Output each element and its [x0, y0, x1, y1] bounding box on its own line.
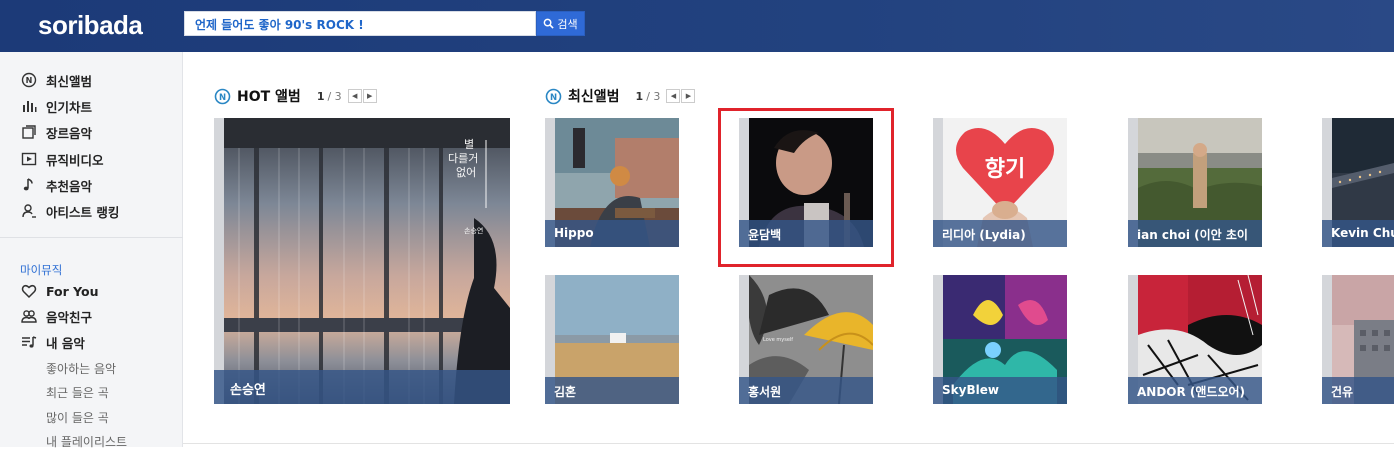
album-artist: 손승연: [214, 370, 510, 404]
sidebar-item-music-friends[interactable]: 음악친구: [20, 306, 92, 326]
sidebar-item-for-you[interactable]: For You: [20, 281, 99, 301]
sidebar-item-label: 최신앨범: [46, 73, 93, 89]
latest-album-title: 최신앨범: [568, 89, 620, 105]
page-total: / 3: [327, 89, 342, 103]
album-card-hongseowon[interactable]: Love myself 홍서원: [739, 275, 873, 404]
page-current: 1: [316, 89, 325, 103]
album-artist: Kevin Chu: [1322, 220, 1394, 247]
album-artist: ANDOR (앤드오어): [1128, 377, 1262, 404]
album-card-kimhon[interactable]: 김혼: [545, 275, 679, 404]
cover-text: 향기: [985, 157, 1025, 182]
sidebar-item-label: 아티스트 랭킹: [46, 204, 120, 220]
video-icon: [20, 150, 38, 168]
cover-signature: 손승연: [464, 227, 483, 235]
sidebar-item-label: 내 음악: [46, 335, 85, 351]
album-artist: 홍서원: [739, 377, 873, 404]
hot-album-card[interactable]: 별 다를거 없어 손승연 손승연: [214, 118, 510, 404]
search-input-value: 언제 들어도 좋아 90's ROCK !: [195, 18, 364, 32]
album-artist: 김혼: [545, 377, 679, 404]
sidebar-sub-most-played[interactable]: 많이 들은 곡: [46, 409, 109, 426]
album-card-ian-choi[interactable]: ian choi (이안 초이: [1128, 118, 1262, 247]
hot-album-title: HOT 앨범: [237, 89, 301, 105]
genre-icon: [20, 123, 38, 141]
album-card-skyblew[interactable]: SkyBlew: [933, 275, 1067, 404]
next-page-button[interactable]: ▶: [362, 89, 377, 103]
cover-text: Love myself: [763, 337, 793, 343]
artist-icon: [20, 202, 38, 220]
heart-icon: [20, 282, 38, 300]
album-card-hippo[interactable]: Hippo: [545, 118, 679, 247]
sidebar-sub-recent[interactable]: 최근 들은 곡: [46, 384, 109, 401]
playlist-icon: [20, 333, 38, 351]
sidebar-item-recommend[interactable]: 추천음악: [20, 175, 92, 195]
chart-icon: [20, 97, 38, 115]
search-input[interactable]: 언제 들어도 좋아 90's ROCK !: [184, 11, 536, 36]
latest-album-pager: 1 / 3 ◀ ▶: [636, 89, 697, 103]
svg-text:N: N: [550, 93, 557, 103]
sidebar-item-video[interactable]: 뮤직비디오: [20, 149, 104, 169]
album-card-lydia[interactable]: 향기 리디아 (Lydia): [933, 118, 1067, 247]
sidebar-item-my-music[interactable]: 내 음악: [20, 332, 85, 352]
sidebar-item-new-album[interactable]: N 최신앨범: [20, 70, 92, 90]
content-bottom-border: [183, 443, 1394, 444]
album-artist: 리디아 (Lydia): [933, 220, 1067, 247]
new-badge-icon: N: [545, 88, 562, 104]
search-button-label: 검색: [557, 17, 578, 31]
sidebar-item-label: 뮤직비디오: [46, 152, 104, 168]
album-artist: 건유: [1322, 377, 1394, 404]
sidebar-item-label: 음악친구: [46, 309, 93, 325]
album-card-andor[interactable]: ANDOR (앤드오어): [1128, 275, 1262, 404]
sidebar-item-artist-ranking[interactable]: 아티스트 랭킹: [20, 201, 119, 221]
music-note-icon: [20, 176, 38, 194]
prev-page-button[interactable]: ◀: [347, 89, 362, 103]
selection-highlight: [718, 108, 894, 267]
album-edge: [214, 118, 224, 404]
sidebar: N 최신앨범 인기차트 장르음악 뮤직비디오 추천음악 아티스트 랭킹 마이뮤직…: [0, 52, 183, 450]
sidebar-sub-playlist[interactable]: 내 플레이리스트: [46, 433, 127, 450]
sidebar-divider: [0, 237, 183, 238]
svg-text:N: N: [219, 93, 226, 103]
sidebar-item-label: 장르음악: [46, 125, 93, 141]
hot-album-pager: 1 / 3 ◀ ▶: [317, 89, 378, 103]
page-current: 1: [635, 89, 644, 103]
sidebar-sub-liked[interactable]: 좋아하는 음악: [46, 360, 116, 377]
sidebar-item-chart[interactable]: 인기차트: [20, 96, 92, 116]
sidebar-item-label: 인기차트: [46, 99, 93, 115]
svg-text:N: N: [26, 76, 33, 85]
sidebar-item-label: For You: [46, 283, 99, 299]
album-artist: SkyBlew: [933, 377, 1067, 404]
cover-text: 없어: [456, 166, 476, 179]
soribada-logo[interactable]: soribada: [38, 10, 143, 41]
album-artist: Hippo: [545, 220, 679, 247]
album-artist: ian choi (이안 초이: [1128, 220, 1262, 247]
new-badge-icon: N: [214, 88, 231, 104]
top-header: soribada 언제 들어도 좋아 90's ROCK ! 검색: [0, 0, 1394, 52]
album-cover: 별 다를거 없어 손승연: [224, 118, 510, 404]
my-music-heading: 마이뮤직: [20, 263, 63, 277]
friends-icon: [20, 307, 38, 325]
cover-text: 다를거: [448, 152, 478, 165]
next-page-button[interactable]: ▶: [681, 89, 696, 103]
album-card-kevin-chu[interactable]: Kevin Chu: [1322, 118, 1394, 247]
page-total: / 3: [646, 89, 661, 103]
prev-page-button[interactable]: ◀: [666, 89, 681, 103]
sidebar-item-label: 추천음악: [46, 178, 93, 194]
search-button[interactable]: 검색: [536, 11, 585, 36]
new-album-icon: N: [20, 71, 38, 89]
cover-text: 별: [464, 138, 474, 151]
latest-album-header: N 최신앨범 1 / 3 ◀ ▶: [545, 86, 696, 106]
hot-album-header: N HOT 앨범 1 / 3 ◀ ▶: [214, 86, 378, 106]
album-card-geonyu[interactable]: 건유: [1322, 275, 1394, 404]
search-icon: [544, 18, 555, 29]
sidebar-item-genre[interactable]: 장르음악: [20, 122, 92, 142]
